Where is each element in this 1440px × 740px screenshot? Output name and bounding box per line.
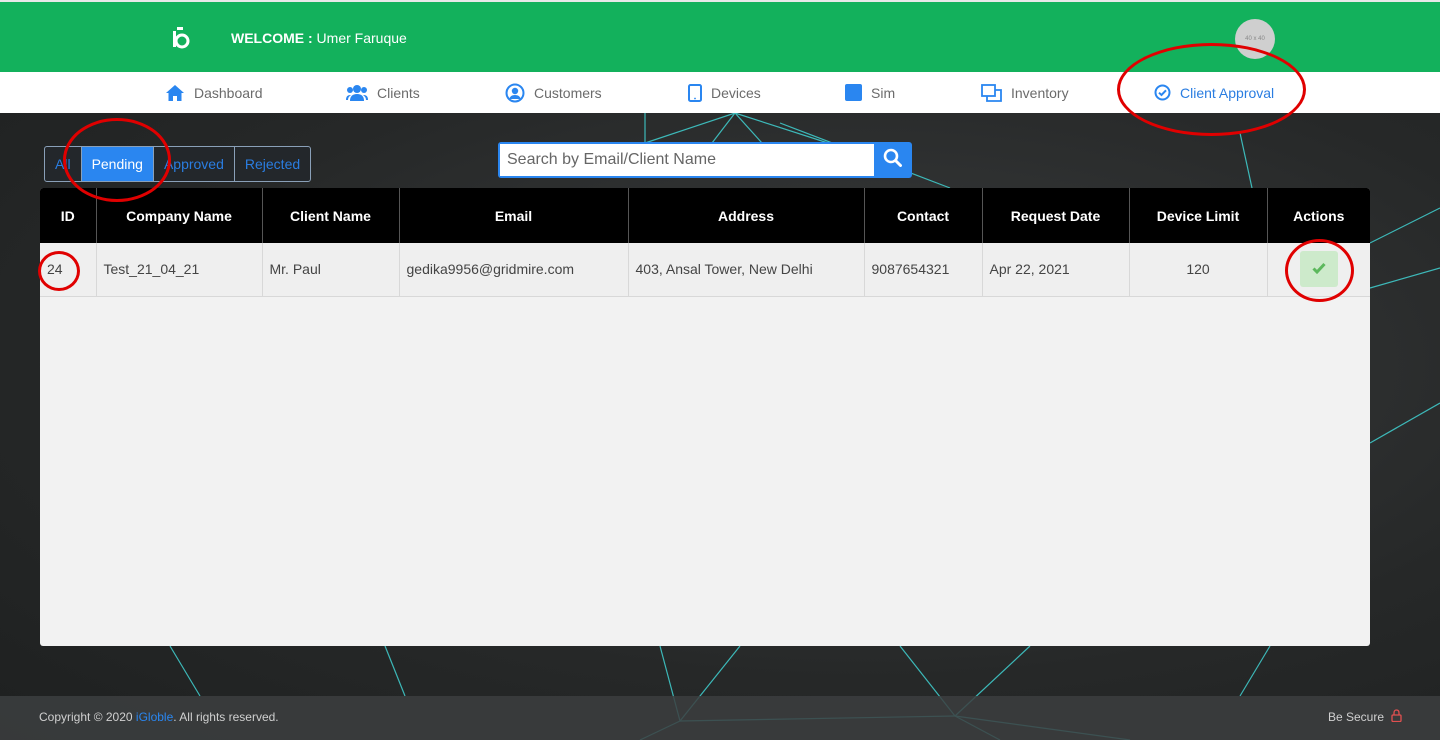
- page-footer: Copyright © 2020 iGloble. All rights res…: [0, 696, 1440, 740]
- top-header: WELCOME : Umer Faruque 40 x 40: [0, 0, 1440, 72]
- column-header[interactable]: Address: [628, 188, 865, 243]
- secure-indicator: Be Secure: [1328, 709, 1402, 725]
- users-icon: [346, 84, 368, 102]
- table-row: 24 Test_21_04_21 Mr. Paul gedika9956@gri…: [40, 243, 1370, 297]
- column-header[interactable]: Company Name: [96, 188, 263, 243]
- status-filter-group: All Pending Approved Rejected: [44, 146, 312, 182]
- copyright-suffix: . All rights reserved.: [173, 710, 279, 724]
- nav-item-clients[interactable]: Clients: [346, 72, 420, 113]
- table-header-row: ID Company Name Client Name Email Addres…: [40, 188, 1370, 243]
- column-header[interactable]: Client Name: [262, 188, 400, 243]
- secure-label: Be Secure: [1327, 710, 1384, 724]
- copy-icon: [981, 83, 1002, 102]
- tablet-icon: [688, 83, 702, 102]
- nav-label: Sim: [871, 84, 896, 101]
- nav-label: Devices: [711, 84, 761, 101]
- check-icon: [1312, 261, 1326, 277]
- search-input[interactable]: [500, 144, 874, 176]
- cell-address: 403, Ansal Tower, New Delhi: [628, 243, 865, 297]
- nav-label: Inventory: [1011, 84, 1069, 101]
- filter-approved-button[interactable]: Approved: [154, 147, 235, 181]
- column-header[interactable]: Email: [399, 188, 629, 243]
- search-bar: [498, 142, 912, 178]
- cell-device-limit: 120: [1129, 243, 1268, 297]
- check-circle-icon: [1154, 84, 1171, 101]
- home-icon: [165, 84, 185, 102]
- filter-pending-button[interactable]: Pending: [81, 147, 154, 181]
- user-name: Umer Faruque: [316, 30, 407, 46]
- welcome-label: WELCOME :: [231, 30, 313, 46]
- column-header[interactable]: Contact: [864, 188, 983, 243]
- nav-item-customers[interactable]: Customers: [505, 72, 602, 113]
- cell-client-name: Mr. Paul: [262, 243, 400, 297]
- cell-id: 24: [40, 243, 97, 297]
- approve-button[interactable]: [1299, 251, 1338, 288]
- nav-item-sim[interactable]: Sim: [845, 72, 895, 113]
- cell-request-date: Apr 22, 2021: [982, 243, 1130, 297]
- nav-item-devices[interactable]: Devices: [688, 72, 761, 113]
- search-button[interactable]: [874, 144, 910, 176]
- search-icon: [883, 148, 902, 172]
- welcome-text: WELCOME : Umer Faruque: [231, 30, 407, 46]
- column-header[interactable]: Request Date: [982, 188, 1130, 243]
- lock-icon: [1391, 709, 1402, 725]
- column-header[interactable]: ID: [40, 188, 97, 243]
- nav-item-dashboard[interactable]: Dashboard: [165, 72, 263, 113]
- cell-email: gedika9956@gridmire.com: [399, 243, 629, 297]
- nav-item-client-approval[interactable]: Client Approval: [1154, 72, 1274, 113]
- brand-logo-icon[interactable]: [168, 26, 194, 52]
- copyright-text: Copyright © 2020 iGloble. All rights res…: [39, 710, 279, 724]
- nav-label: Client Approval: [1180, 84, 1275, 101]
- nav-label: Customers: [534, 84, 602, 101]
- column-header: Actions: [1267, 188, 1370, 243]
- cell-contact: 9087654321: [864, 243, 983, 297]
- approval-table-panel: ID Company Name Client Name Email Addres…: [40, 188, 1370, 646]
- sim-square-icon: [845, 84, 862, 101]
- filter-rejected-button[interactable]: Rejected: [235, 147, 310, 181]
- column-header[interactable]: Device Limit: [1129, 188, 1268, 243]
- nav-label: Clients: [377, 84, 420, 101]
- avatar[interactable]: 40 x 40: [1235, 19, 1275, 59]
- nav-label: Dashboard: [194, 84, 263, 101]
- filter-all-button[interactable]: All: [45, 147, 82, 181]
- nav-item-inventory[interactable]: Inventory: [981, 72, 1069, 113]
- copyright-prefix: Copyright © 2020: [39, 710, 136, 724]
- main-nav: Dashboard Clients Customers Devices Sim …: [0, 72, 1440, 113]
- user-circle-icon: [505, 83, 525, 103]
- approval-table: ID Company Name Client Name Email Addres…: [40, 188, 1370, 297]
- cell-company-name: Test_21_04_21: [96, 243, 263, 297]
- cell-actions: [1267, 243, 1370, 297]
- brand-link[interactable]: iGloble: [136, 710, 173, 724]
